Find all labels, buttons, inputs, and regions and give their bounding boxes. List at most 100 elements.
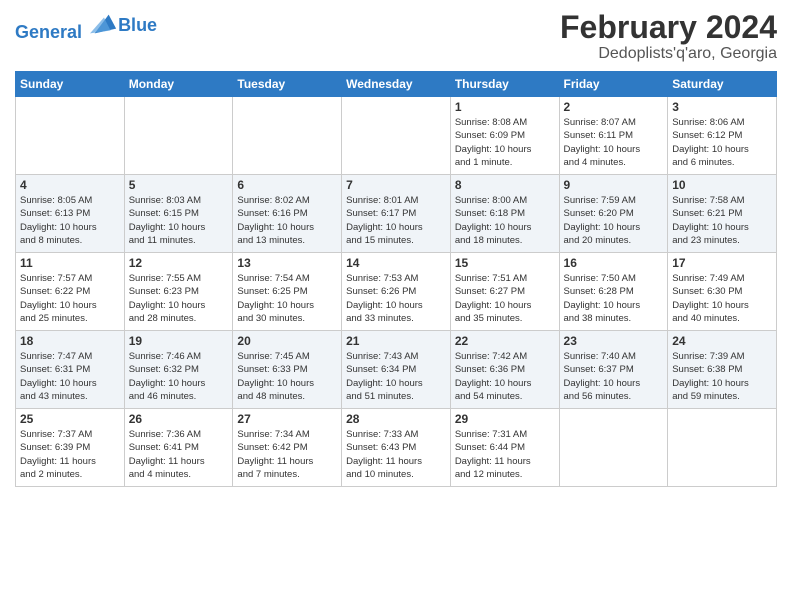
day-info: Sunrise: 8:00 AM Sunset: 6:18 PM Dayligh… [455, 194, 555, 247]
table-row: 19Sunrise: 7:46 AM Sunset: 6:32 PM Dayli… [124, 331, 233, 409]
logo-text: General [15, 10, 118, 43]
calendar-container: General Blue February 2024 Dedoplists'q'… [0, 0, 792, 492]
day-info: Sunrise: 7:36 AM Sunset: 6:41 PM Dayligh… [129, 428, 229, 481]
day-info: Sunrise: 7:37 AM Sunset: 6:39 PM Dayligh… [20, 428, 120, 481]
header-monday: Monday [124, 72, 233, 97]
day-number: 1 [455, 100, 555, 114]
day-info: Sunrise: 7:47 AM Sunset: 6:31 PM Dayligh… [20, 350, 120, 403]
header-sunday: Sunday [16, 72, 125, 97]
table-row: 12 Sunrise: 7:55 AM Sunset: 6:23 PM Dayli… [124, 253, 233, 331]
table-row: 4 Sunrise: 8:05 AM Sunset: 6:13 PM Daylig… [16, 175, 125, 253]
day-number: 5 [129, 178, 229, 192]
table-row: 2 Sunrise: 8:07 AM Sunset: 6:11 PM Daylig… [559, 97, 668, 175]
table-row: 24 Sunrise: 7:39 AM Sunset: 6:38 PM Dayli… [668, 331, 777, 409]
table-row: 16 Sunrise: 7:50 AM Sunset: 6:28 PM Dayli… [559, 253, 668, 331]
day-number: 9 [564, 178, 664, 192]
day-info: Sunrise: 7:53 AM Sunset: 6:26 PM Dayligh… [346, 272, 446, 325]
logo-general: General [15, 22, 82, 42]
day-number: 20 [237, 334, 337, 348]
title-block: February 2024 Dedoplists'q'aro, Georgia [560, 10, 777, 63]
table-row: 8 Sunrise: 8:00 AM Sunset: 6:18 PM Daylig… [450, 175, 559, 253]
table-row [16, 97, 125, 175]
table-row: 22 Sunrise: 7:42 AM Sunset: 6:36 PM Dayli… [450, 331, 559, 409]
table-row: 3 Sunrise: 8:06 AM Sunset: 6:12 PM Daylig… [668, 97, 777, 175]
table-row: 13 Sunrise: 7:54 AM Sunset: 6:25 PM Dayli… [233, 253, 342, 331]
day-info: Sunrise: 7:42 AM Sunset: 6:36 PM Dayligh… [455, 350, 555, 403]
day-number: 10 [672, 178, 772, 192]
day-number: 3 [672, 100, 772, 114]
logo-blue: Blue [118, 16, 157, 36]
day-info: Sunrise: 7:40 AM Sunset: 6:37 PM Dayligh… [564, 350, 664, 403]
header-tuesday: Tuesday [233, 72, 342, 97]
calendar-subtitle: Dedoplists'q'aro, Georgia [560, 45, 777, 63]
day-info: Sunrise: 8:07 AM Sunset: 6:11 PM Dayligh… [564, 116, 664, 169]
day-info: Sunrise: 7:55 AM Sunset: 6:23 PM Dayligh… [129, 272, 229, 325]
day-number: 22 [455, 334, 555, 348]
day-number: 4 [20, 178, 120, 192]
day-number: 8 [455, 178, 555, 192]
day-number: 28 [346, 412, 446, 426]
day-info: Sunrise: 8:06 AM Sunset: 6:12 PM Dayligh… [672, 116, 772, 169]
day-number: 24 [672, 334, 772, 348]
calendar-header: Sunday Monday Tuesday Wednesday Thursday… [16, 72, 777, 97]
day-number: 11 [20, 256, 120, 270]
header-friday: Friday [559, 72, 668, 97]
day-number: 29 [455, 412, 555, 426]
day-info: Sunrise: 7:49 AM Sunset: 6:30 PM Dayligh… [672, 272, 772, 325]
day-number: 13 [237, 256, 337, 270]
day-info: Sunrise: 7:50 AM Sunset: 6:28 PM Dayligh… [564, 272, 664, 325]
day-number: 18 [20, 334, 120, 348]
table-row: 25 Sunrise: 7:37 AM Sunset: 6:39 PM Dayli… [16, 409, 125, 487]
day-number: 2 [564, 100, 664, 114]
day-number: 26 [129, 412, 229, 426]
table-row: 20 Sunrise: 7:45 AM Sunset: 6:33 PM Dayli… [233, 331, 342, 409]
table-row [233, 97, 342, 175]
table-row: 21 Sunrise: 7:43 AM Sunset: 6:34 PM Dayli… [342, 331, 451, 409]
table-row: 27Sunrise: 7:34 AM Sunset: 6:42 PM Dayli… [233, 409, 342, 487]
day-number: 21 [346, 334, 446, 348]
day-number: 16 [564, 256, 664, 270]
day-info: Sunrise: 7:54 AM Sunset: 6:25 PM Dayligh… [237, 272, 337, 325]
table-row [342, 97, 451, 175]
day-info: Sunrise: 8:05 AM Sunset: 6:13 PM Dayligh… [20, 194, 120, 247]
day-number: 15 [455, 256, 555, 270]
table-row: 26 Sunrise: 7:36 AM Sunset: 6:41 PM Dayli… [124, 409, 233, 487]
table-row: 11 Sunrise: 7:57 AM Sunset: 6:22 PM Dayli… [16, 253, 125, 331]
table-row: 18 Sunrise: 7:47 AM Sunset: 6:31 PM Dayli… [16, 331, 125, 409]
day-number: 7 [346, 178, 446, 192]
day-number: 25 [20, 412, 120, 426]
table-row: 9 Sunrise: 7:59 AM Sunset: 6:20 PM Daylig… [559, 175, 668, 253]
header-wednesday: Wednesday [342, 72, 451, 97]
table-row [124, 97, 233, 175]
day-number: 23 [564, 334, 664, 348]
day-info: Sunrise: 7:57 AM Sunset: 6:22 PM Dayligh… [20, 272, 120, 325]
day-info: Sunrise: 7:39 AM Sunset: 6:38 PM Dayligh… [672, 350, 772, 403]
day-number: 19 [129, 334, 229, 348]
day-number: 6 [237, 178, 337, 192]
day-info: Sunrise: 8:01 AM Sunset: 6:17 PM Dayligh… [346, 194, 446, 247]
table-row: 14 Sunrise: 7:53 AM Sunset: 6:26 PM Dayli… [342, 253, 451, 331]
table-row: 10 Sunrise: 7:58 AM Sunset: 6:21 PM Dayli… [668, 175, 777, 253]
table-row [668, 409, 777, 487]
day-number: 27 [237, 412, 337, 426]
day-info: Sunrise: 7:45 AM Sunset: 6:33 PM Dayligh… [237, 350, 337, 403]
day-info: Sunrise: 7:33 AM Sunset: 6:43 PM Dayligh… [346, 428, 446, 481]
table-row: 28 Sunrise: 7:33 AM Sunset: 6:43 PM Dayli… [342, 409, 451, 487]
day-info: Sunrise: 8:03 AM Sunset: 6:15 PM Dayligh… [129, 194, 229, 247]
calendar-table: Sunday Monday Tuesday Wednesday Thursday… [15, 71, 777, 487]
day-number: 12 [129, 256, 229, 270]
day-info: Sunrise: 7:59 AM Sunset: 6:20 PM Dayligh… [564, 194, 664, 247]
day-info: Sunrise: 8:02 AM Sunset: 6:16 PM Dayligh… [237, 194, 337, 247]
day-info: Sunrise: 7:31 AM Sunset: 6:44 PM Dayligh… [455, 428, 555, 481]
day-info: Sunrise: 7:58 AM Sunset: 6:21 PM Dayligh… [672, 194, 772, 247]
table-row: 6 Sunrise: 8:02 AM Sunset: 6:16 PM Daylig… [233, 175, 342, 253]
day-info: Sunrise: 7:43 AM Sunset: 6:34 PM Dayligh… [346, 350, 446, 403]
calendar-title: February 2024 [560, 10, 777, 45]
day-number: 14 [346, 256, 446, 270]
table-row: 29 Sunrise: 7:31 AM Sunset: 6:44 PM Dayli… [450, 409, 559, 487]
logo-icon [90, 10, 118, 38]
table-row: 17 Sunrise: 7:49 AM Sunset: 6:30 PM Dayli… [668, 253, 777, 331]
table-row: 5 Sunrise: 8:03 AM Sunset: 6:15 PM Daylig… [124, 175, 233, 253]
day-number: 17 [672, 256, 772, 270]
day-info: Sunrise: 7:51 AM Sunset: 6:27 PM Dayligh… [455, 272, 555, 325]
